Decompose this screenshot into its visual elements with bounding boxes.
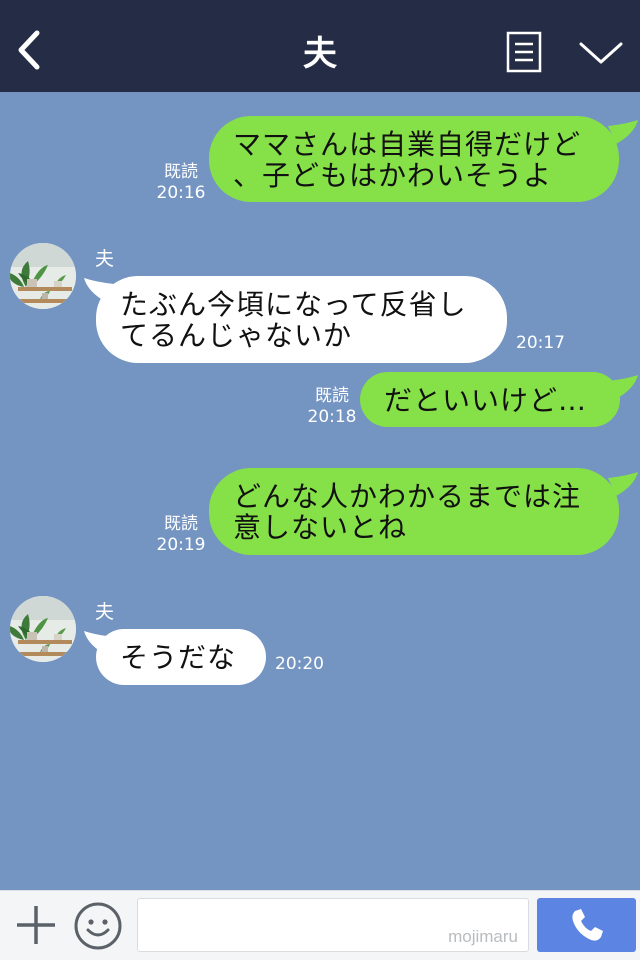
avatar[interactable]: [10, 596, 76, 662]
message-time: 20:20: [275, 654, 324, 674]
phone-icon: [571, 909, 603, 941]
message-line: 、子どもはかわいそうよ: [233, 159, 553, 192]
read-status: 既読 20:18: [307, 386, 357, 427]
message-bubble-sent[interactable]: どんな人かわかるまでは注 意しないとね: [209, 468, 619, 555]
message-line: てるんじゃないか: [120, 319, 353, 352]
input-bar: mojimaru: [0, 890, 640, 960]
message-bubble-sent[interactable]: だといいけど…: [360, 372, 620, 427]
message-line: ママさんは自業自得だけど: [233, 128, 582, 161]
message-line: どんな人かわかるまでは注: [233, 480, 582, 513]
message-input[interactable]: mojimaru: [137, 898, 529, 952]
call-button[interactable]: [537, 898, 636, 952]
bubble-tail: [608, 120, 638, 144]
chevron-down-icon[interactable]: [578, 38, 624, 68]
bubble-tail: [608, 472, 638, 496]
watermark: mojimaru: [448, 927, 518, 946]
header-bar: 夫: [0, 0, 640, 92]
chat-title: 夫: [303, 34, 337, 74]
message-time: 20:17: [516, 333, 565, 353]
sender-name: 夫: [95, 248, 115, 270]
bubble-tail: [84, 631, 114, 655]
chat-area: 既読 20:16 ママさんは自業自得だけど 、子どもはかわいそうよ 夫 たぶん今…: [0, 92, 640, 890]
message-line: 意しないとね: [233, 511, 408, 544]
plus-icon[interactable]: [14, 903, 58, 947]
read-status: 既読 20:19: [156, 514, 206, 555]
message-bubble-received[interactable]: そうだな: [96, 629, 266, 685]
message-line: たぶん今頃になって反省し: [120, 288, 467, 321]
avatar[interactable]: [10, 243, 76, 309]
message-line: そうだな: [120, 641, 237, 674]
smile-icon[interactable]: [73, 901, 123, 951]
message-bubble-sent[interactable]: ママさんは自業自得だけど 、子どもはかわいそうよ: [209, 116, 619, 202]
bubble-tail: [608, 375, 638, 399]
message-line: だといいけど…: [384, 384, 588, 417]
message-bubble-received[interactable]: たぶん今頃になって反省し てるんじゃないか: [96, 276, 507, 363]
notes-icon[interactable]: [506, 31, 542, 73]
bubble-tail: [84, 278, 114, 302]
read-status: 既読 20:16: [156, 162, 206, 203]
sender-name: 夫: [95, 601, 115, 623]
